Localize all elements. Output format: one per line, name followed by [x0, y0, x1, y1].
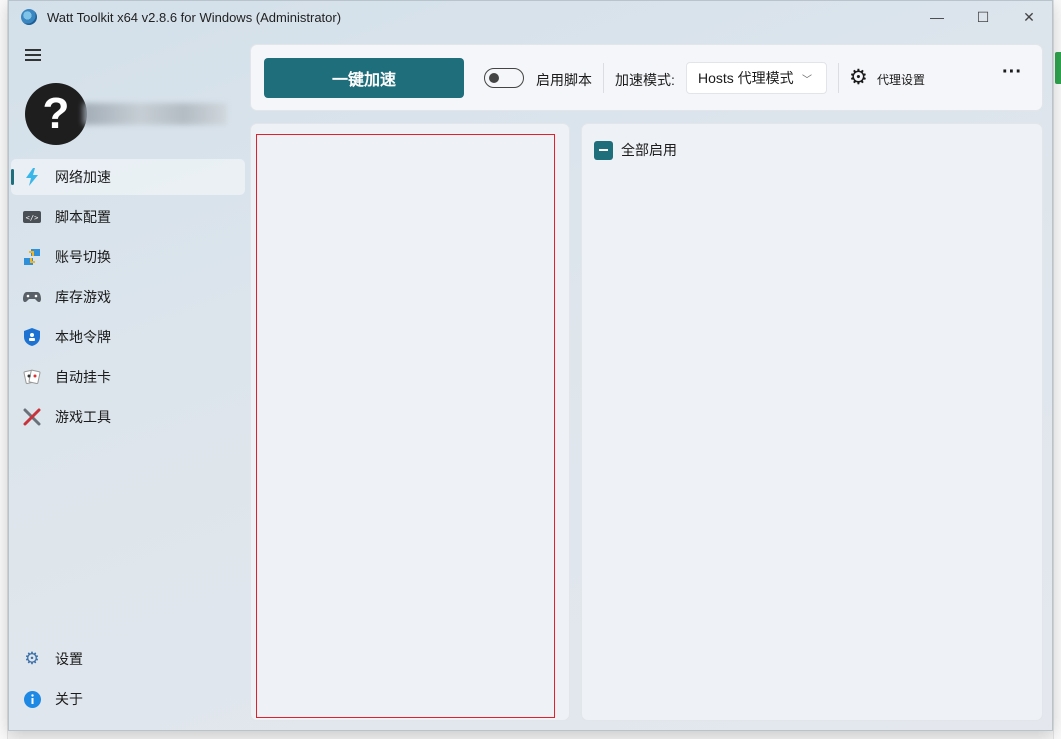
script-icon: </> [23, 208, 41, 226]
gear-icon[interactable]: ⚙ [849, 67, 868, 88]
acceleration-mode-value: Hosts 代理模式 [698, 70, 794, 86]
app-window: Watt Toolkit x64 v2.8.6 for Windows (Adm… [8, 0, 1053, 731]
sidebar-item-label: 脚本配置 [55, 209, 111, 225]
username-blurred [83, 103, 227, 125]
sidebar-item-label: 关于 [55, 691, 83, 707]
window-controls: — ☐ ✕ [914, 1, 1052, 33]
highlight-outline [256, 134, 555, 718]
more-options-button[interactable]: ··· [997, 61, 1027, 91]
enable-all-label: 全部启用 [621, 142, 677, 158]
hamburger-menu-icon[interactable] [25, 49, 41, 61]
sidebar-item-label: 游戏工具 [55, 409, 111, 425]
enable-script-label: 启用脚本 [536, 72, 592, 88]
window-title: Watt Toolkit x64 v2.8.6 for Windows (Adm… [47, 9, 342, 25]
sidebar-bottom-nav: ⚙ 设置 关于 [11, 641, 245, 721]
acceleration-mode-label: 加速模式: [615, 72, 675, 88]
sidebar-item-label: 库存游戏 [55, 289, 111, 305]
sidebar-item-account-switch[interactable]: 账号切换 [11, 239, 245, 275]
top-toolbar: 一键加速 启用脚本 加速模式: Hosts 代理模式 ﹀ ⚙ 代理设置 ··· [250, 44, 1043, 111]
lightning-icon [23, 168, 41, 186]
sidebar-item-network-acceleration[interactable]: 网络加速 [11, 159, 245, 195]
cards-icon [23, 368, 41, 386]
close-button[interactable]: ✕ [1006, 1, 1052, 33]
sidebar-item-auto-idle-cards[interactable]: 自动挂卡 [11, 359, 245, 395]
minimize-button[interactable]: — [914, 1, 960, 33]
service-list-panel: 全部启用 [581, 123, 1043, 721]
sidebar-item-game-tools[interactable]: 游戏工具 [11, 399, 245, 435]
title-bar[interactable]: Watt Toolkit x64 v2.8.6 for Windows (Adm… [9, 1, 1052, 33]
svg-text:</>: </> [26, 214, 39, 222]
sidebar-item-label: 本地令牌 [55, 329, 111, 345]
tools-icon [23, 408, 41, 426]
sidebar-item-label: 网络加速 [55, 169, 111, 185]
enable-script-toggle[interactable] [484, 68, 524, 88]
maximize-button[interactable]: ☐ [960, 1, 1006, 33]
sidebar-item-settings[interactable]: ⚙ 设置 [11, 641, 245, 677]
gamepad-icon [23, 288, 41, 306]
sidebar-item-label: 账号切换 [55, 249, 111, 265]
background-app-right [1053, 0, 1061, 739]
info-icon [23, 690, 41, 708]
watt-toolkit-logo-icon [21, 9, 37, 25]
toolbar-divider [838, 63, 839, 93]
avatar[interactable]: ? [25, 83, 87, 145]
shield-icon [23, 328, 41, 346]
sidebar-item-local-token[interactable]: 本地令牌 [11, 319, 245, 355]
sidebar-nav: 网络加速 </> 脚本配置 账号切换 库存游戏 本地令牌 自动挂卡 游戏工具 [11, 159, 245, 439]
enable-all-checkbox[interactable]: 全部启用 [594, 140, 677, 160]
proxy-list-panel [250, 123, 570, 721]
background-green-badge [1055, 52, 1061, 84]
acceleration-mode-select[interactable]: Hosts 代理模式 ﹀ [686, 62, 827, 94]
background-app-left [0, 0, 8, 739]
indeterminate-checkbox-icon[interactable] [594, 140, 613, 160]
sidebar-item-game-library[interactable]: 库存游戏 [11, 279, 245, 315]
one-click-accelerate-button[interactable]: 一键加速 [264, 58, 464, 98]
sidebar-item-label: 设置 [55, 651, 83, 667]
gear-icon: ⚙ [24, 649, 40, 668]
account-switch-icon [23, 248, 41, 266]
proxy-settings-button[interactable]: 代理设置 [877, 71, 925, 88]
sidebar-item-about[interactable]: 关于 [11, 681, 245, 717]
sidebar-item-label: 自动挂卡 [55, 369, 111, 385]
toolbar-divider [603, 63, 604, 93]
chevron-down-icon: ﹀ [802, 75, 812, 86]
sidebar-item-script-config[interactable]: </> 脚本配置 [11, 199, 245, 235]
